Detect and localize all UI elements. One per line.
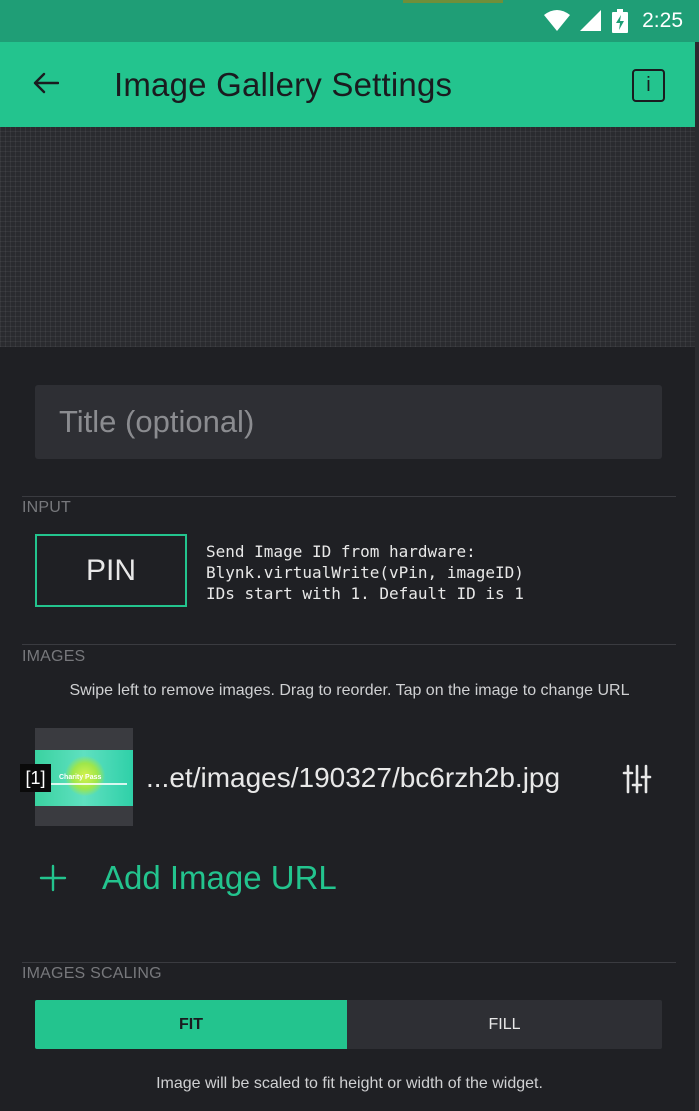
cell-signal-icon <box>580 10 602 32</box>
scaling-fit-option[interactable]: FIT <box>35 1000 347 1049</box>
add-image-url-label: Add Image URL <box>102 859 337 896</box>
window-edge <box>695 42 699 1111</box>
scaling-hint: Image will be scaled to fit height or wi… <box>156 1075 543 1092</box>
title-input[interactable] <box>35 385 662 459</box>
pin-select-button[interactable]: PIN <box>35 534 187 607</box>
scaling-section-label: IMAGES SCALING <box>22 965 162 982</box>
widget-preview-area <box>0 127 695 347</box>
thumbnail-line <box>41 783 127 785</box>
divider <box>22 644 676 645</box>
divider <box>22 496 676 497</box>
image-url[interactable]: ...et/images/190327/bc6rzh2b.jpg <box>146 762 560 794</box>
status-bar: 2:25 <box>0 0 699 42</box>
battery-charging-icon <box>612 9 629 33</box>
divider <box>22 962 676 963</box>
arrow-left-icon <box>33 72 60 98</box>
sliders-icon[interactable] <box>622 764 652 794</box>
status-bar-indicator <box>403 0 503 3</box>
pin-help-text: Send Image ID from hardware: Blynk.virtu… <box>206 542 524 603</box>
wifi-icon <box>544 10 571 32</box>
list-item[interactable]: Charity Pass [1] ...et/images/190327/bc6… <box>18 728 678 828</box>
info-icon: i <box>646 74 651 96</box>
info-button[interactable]: i <box>632 69 665 102</box>
scaling-fill-option[interactable]: FILL <box>347 1000 662 1049</box>
input-section-label: INPUT <box>22 499 71 516</box>
app-bar: Image Gallery Settings i <box>0 42 695 127</box>
images-hint: Swipe left to remove images. Drag to reo… <box>69 682 630 699</box>
images-section-label: IMAGES <box>22 648 86 665</box>
thumbnail-caption: Charity Pass <box>59 774 102 781</box>
back-button[interactable] <box>0 42 92 127</box>
page-title: Image Gallery Settings <box>114 65 453 103</box>
status-time: 2:25 <box>642 9 683 32</box>
plus-icon <box>38 863 68 893</box>
image-index-badge: [1] <box>20 764 51 792</box>
add-image-url-button[interactable]: Add Image URL <box>38 850 337 906</box>
